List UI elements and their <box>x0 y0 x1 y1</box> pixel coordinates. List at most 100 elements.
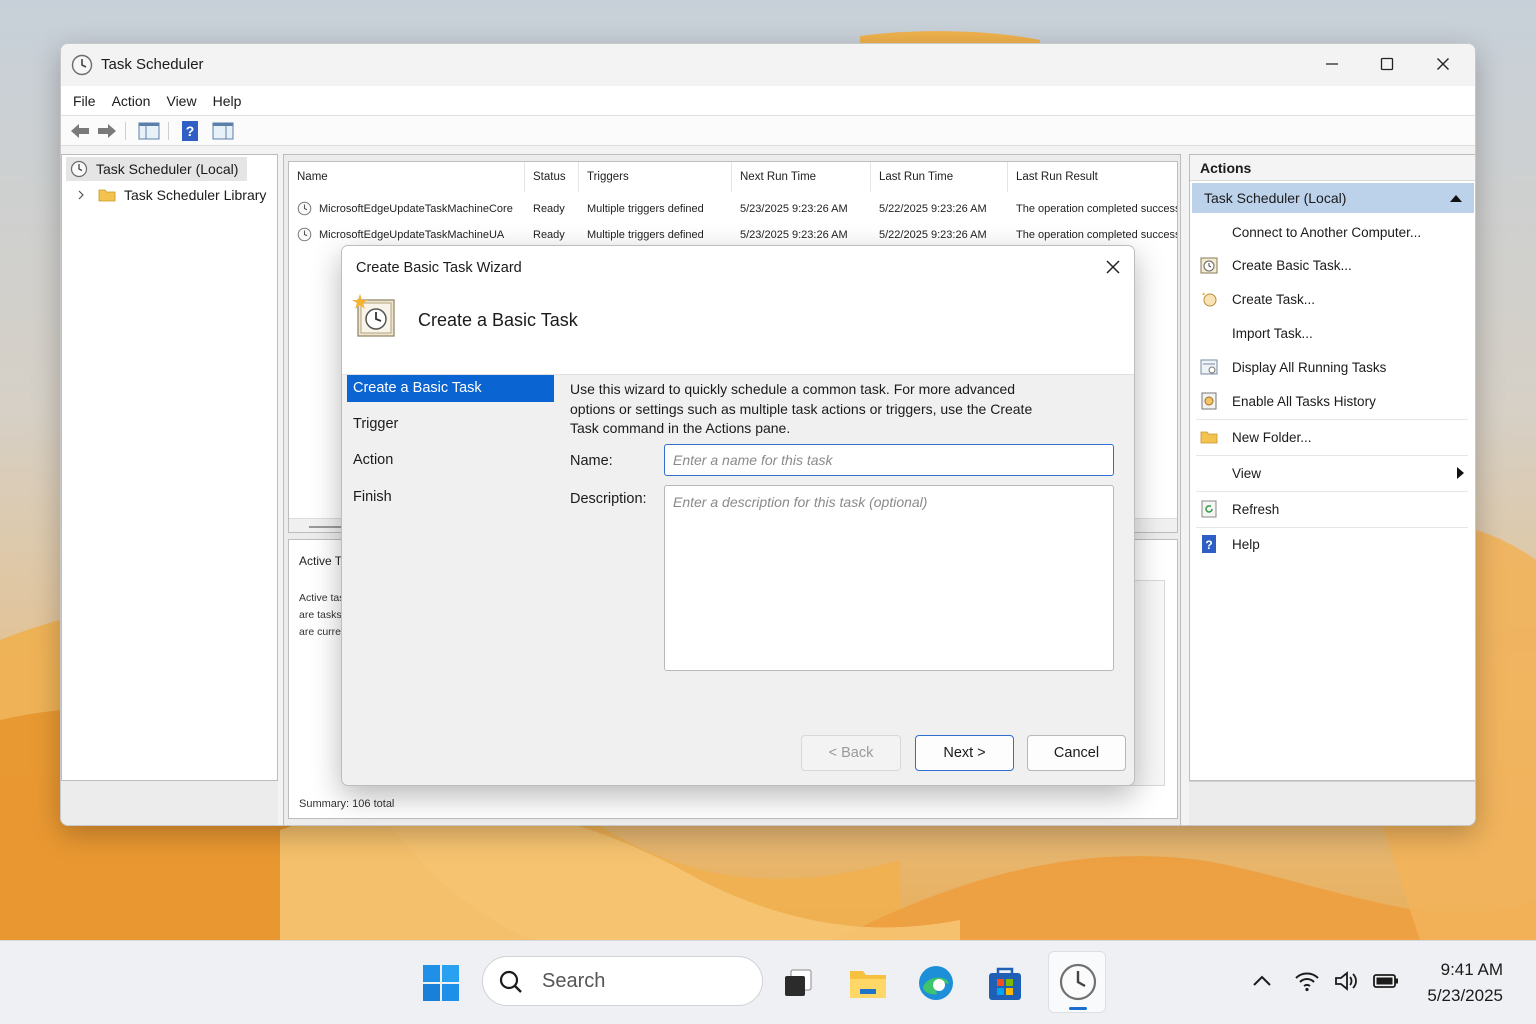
back-arrow-icon[interactable] <box>69 121 91 141</box>
action-label: Connect to Another Computer... <box>1232 224 1422 240</box>
action-label: Enable All Tasks History <box>1232 393 1376 409</box>
actions-section-label: Task Scheduler (Local) <box>1204 190 1347 206</box>
tree-item-task-scheduler-local[interactable]: Task Scheduler (Local) <box>66 157 247 181</box>
task-name: MicrosoftEdgeUpdateTaskMachineCore <box>319 203 513 215</box>
clock-icon <box>1059 963 1097 1001</box>
show-hide-action-pane-icon[interactable] <box>212 121 234 141</box>
edge-icon <box>919 966 953 1000</box>
action-display-all-running-tasks[interactable]: Display All Running Tasks <box>1196 351 1468 383</box>
action-create-task[interactable]: Create Task... <box>1196 283 1468 315</box>
console-tree: Task Scheduler (Local) Task Scheduler Li… <box>61 154 278 781</box>
action-label: Import Task... <box>1232 325 1313 341</box>
task-description-input[interactable] <box>664 485 1114 671</box>
task-scheduler-icon <box>71 54 93 76</box>
taskbar: Search 9:41 AM 5/23/2025 <box>0 940 1536 1024</box>
action-help[interactable]: ? Help <box>1196 528 1468 560</box>
action-label: Help <box>1232 536 1260 552</box>
minimize-icon <box>1326 63 1338 65</box>
action-import-task[interactable]: Import Task... <box>1196 317 1468 349</box>
action-view[interactable]: View <box>1196 457 1468 489</box>
start-button[interactable] <box>419 961 463 1005</box>
action-new-folder[interactable]: New Folder... <box>1196 421 1468 453</box>
menu-bar: File Action View Help <box>61 86 1475 116</box>
status-strip <box>61 781 278 825</box>
tree-item-label: Task Scheduler Library <box>124 187 267 203</box>
menu-file[interactable]: File <box>65 93 104 109</box>
menu-view[interactable]: View <box>158 93 204 109</box>
summary-text: Summary: 106 total <box>299 798 395 810</box>
task-name-input[interactable] <box>664 444 1114 476</box>
tree-item-label: Task Scheduler (Local) <box>96 161 239 177</box>
column-header-name[interactable]: Name <box>289 162 525 192</box>
back-button[interactable]: < Back <box>801 735 901 771</box>
action-enable-all-tasks-history[interactable]: Enable All Tasks History <box>1196 385 1468 417</box>
task-triggers: Multiple triggers defined <box>587 203 704 215</box>
wizard-header: Create Basic Task Wizard Create a Basic … <box>342 246 1134 374</box>
task-scheduler-taskbar-button[interactable] <box>1048 951 1106 1013</box>
action-label: Refresh <box>1232 501 1280 517</box>
task-last-run: 5/22/2025 9:23:26 AM <box>879 203 987 215</box>
close-window-button[interactable] <box>1415 44 1471 84</box>
menu-action[interactable]: Action <box>104 93 159 109</box>
step-finish[interactable]: Finish <box>347 484 554 511</box>
wifi-icon[interactable] <box>1293 967 1321 995</box>
task-view-icon <box>785 969 812 996</box>
clock-time: 9:41 AM <box>1440 960 1503 979</box>
svg-text:?: ? <box>186 123 195 139</box>
edge-browser-button[interactable] <box>914 961 958 1005</box>
column-header-last-run-result[interactable]: Last Run Result <box>1008 162 1177 192</box>
column-header-last-run-time[interactable]: Last Run Time <box>871 162 1008 192</box>
cancel-button[interactable]: Cancel <box>1027 735 1126 771</box>
basic-task-wizard-icon <box>352 294 395 337</box>
create-task-icon <box>1202 292 1217 307</box>
submenu-arrow-icon <box>1457 467 1464 479</box>
running-tasks-icon <box>1200 359 1218 375</box>
refresh-icon <box>1201 500 1217 518</box>
create-basic-task-wizard: Create Basic Task Wizard Create a Basic … <box>341 245 1135 786</box>
column-header-status[interactable]: Status <box>525 162 579 192</box>
help-toolbar-icon[interactable]: ? <box>179 121 201 141</box>
step-trigger[interactable]: Trigger <box>347 411 554 438</box>
action-refresh[interactable]: Refresh <box>1196 493 1468 525</box>
forward-arrow-icon[interactable] <box>96 121 118 141</box>
collapse-triangle-icon[interactable] <box>1450 194 1462 202</box>
description-label: Description: <box>570 491 647 507</box>
step-create-basic-task[interactable]: Create a Basic Task <box>347 375 554 402</box>
task-clock-icon <box>297 201 312 216</box>
clock-icon <box>70 160 88 178</box>
next-button[interactable]: Next > <box>915 735 1014 771</box>
actions-separator <box>1196 491 1468 492</box>
actions-section-task-scheduler-local[interactable]: Task Scheduler (Local) <box>1192 183 1474 213</box>
maximize-button[interactable] <box>1359 44 1415 84</box>
tree-item-task-scheduler-library[interactable]: Task Scheduler Library <box>76 183 266 207</box>
close-icon[interactable] <box>1104 258 1122 276</box>
file-explorer-button[interactable] <box>846 961 890 1005</box>
dialog-title: Create Basic Task Wizard <box>356 260 522 276</box>
action-connect-to-another-computer[interactable]: Connect to Another Computer... <box>1196 216 1468 248</box>
task-result: The operation completed successfu <box>1016 203 1178 215</box>
chevron-up-icon[interactable] <box>1248 967 1276 995</box>
task-view-button[interactable] <box>776 961 820 1005</box>
battery-icon[interactable] <box>1372 967 1400 995</box>
taskbar-search-box[interactable]: Search <box>482 956 763 1006</box>
taskbar-clock[interactable]: 9:41 AM 5/23/2025 <box>1427 957 1503 1009</box>
column-header-next-run-time[interactable]: Next Run Time <box>732 162 871 192</box>
chevron-right-icon[interactable] <box>76 190 86 200</box>
maximize-icon <box>1380 57 1394 71</box>
actions-pane: Actions Task Scheduler (Local) Connect t… <box>1189 154 1475 781</box>
toolbar-separator <box>168 122 169 140</box>
column-header-triggers[interactable]: Triggers <box>579 162 732 192</box>
folder-icon <box>1200 431 1218 444</box>
table-row[interactable]: MicrosoftEdgeUpdateTaskMachineCore Ready… <box>289 196 1177 222</box>
action-label: Create Basic Task... <box>1232 257 1352 273</box>
minimize-button[interactable] <box>1304 44 1360 84</box>
window-title: Task Scheduler <box>101 56 204 73</box>
show-hide-console-tree-icon[interactable] <box>138 121 160 141</box>
volume-icon[interactable] <box>1333 967 1361 995</box>
microsoft-store-button[interactable] <box>983 961 1027 1005</box>
status-strip <box>1189 781 1475 825</box>
action-create-basic-task[interactable]: Create Basic Task... <box>1196 249 1468 281</box>
actions-separator <box>1196 419 1468 420</box>
menu-help[interactable]: Help <box>205 93 250 109</box>
step-action[interactable]: Action <box>347 447 554 474</box>
